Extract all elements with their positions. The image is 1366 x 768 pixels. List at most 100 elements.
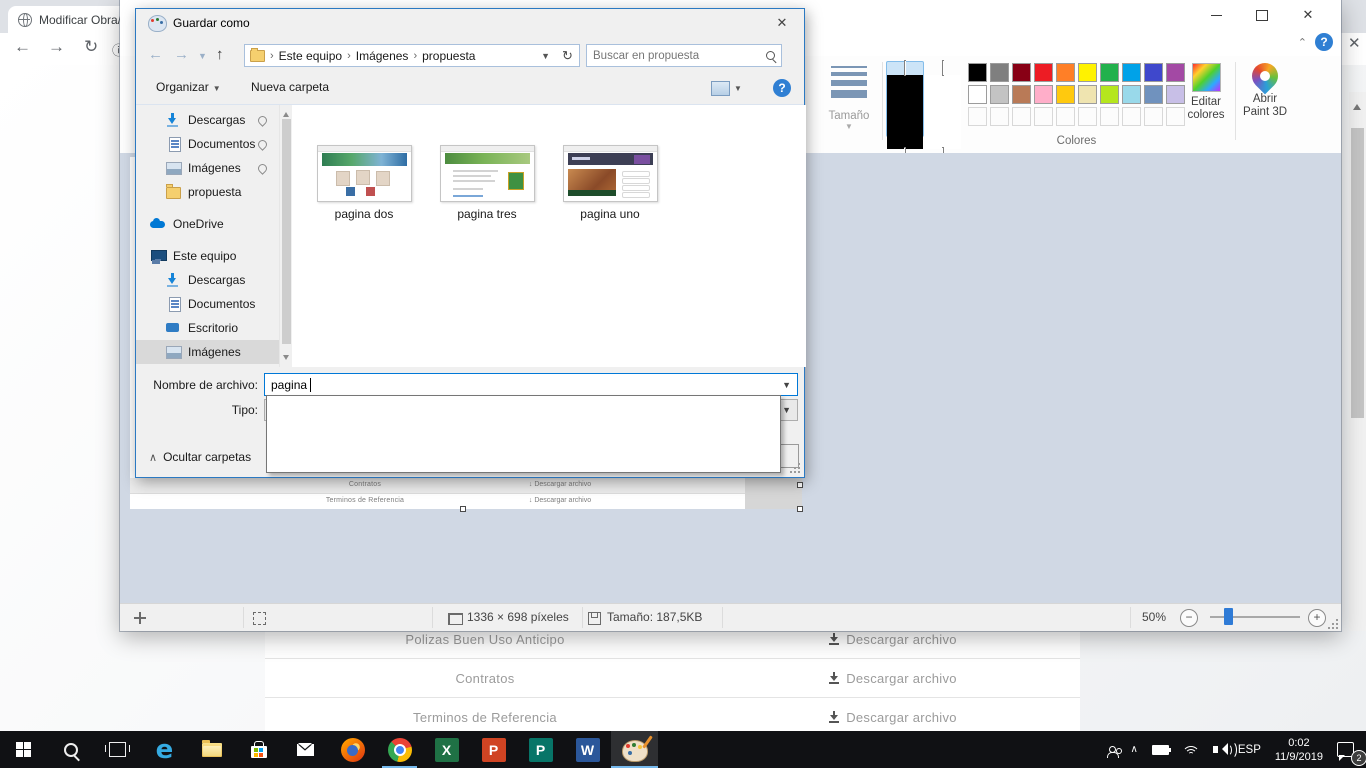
battery-button[interactable]	[1145, 731, 1176, 768]
canvas-resize-handle-bottom[interactable]	[460, 506, 466, 512]
taskbar-file-explorer[interactable]	[188, 731, 235, 768]
palette-swatch-r1c3[interactable]	[1012, 63, 1031, 82]
taskbar-store[interactable]	[235, 731, 282, 768]
palette-swatch-r3c2[interactable]	[990, 107, 1009, 126]
chevron-down-icon[interactable]: ▼	[782, 380, 791, 390]
close-button[interactable]: ✕	[1285, 0, 1331, 30]
paint-help-button[interactable]: ?	[1315, 33, 1333, 51]
download-link[interactable]: Descargar archivo	[705, 710, 1080, 725]
palette-swatch-r3c9[interactable]	[1144, 107, 1163, 126]
palette-swatch-r2c4[interactable]	[1034, 85, 1053, 104]
people-button[interactable]	[1102, 731, 1124, 768]
size-button[interactable]: Tamaño ▼	[820, 60, 878, 148]
nav-item-imagenes-selected[interactable]: Imágenes	[136, 340, 279, 364]
forward-icon[interactable]: →	[174, 46, 189, 63]
palette-swatch-r2c8[interactable]	[1122, 85, 1141, 104]
nav-item-escritorio[interactable]: Escritorio	[136, 316, 279, 340]
palette-swatch-r2c1[interactable]	[968, 85, 987, 104]
zoom-slider-handle[interactable]	[1224, 608, 1233, 625]
palette-swatch-r1c4[interactable]	[1034, 63, 1053, 82]
palette-swatch-r1c7[interactable]	[1100, 63, 1119, 82]
palette-swatch-r2c2[interactable]	[990, 85, 1009, 104]
palette-swatch-r2c6[interactable]	[1078, 85, 1097, 104]
dialog-resize-grip[interactable]	[790, 463, 800, 473]
nav-scrollbar[interactable]	[279, 105, 292, 367]
palette-swatch-r3c4[interactable]	[1034, 107, 1053, 126]
taskbar-word[interactable]: W	[564, 731, 611, 768]
nav-item-descargas-pinned[interactable]: Descargas	[136, 108, 279, 132]
color1-button[interactable]: Color 1	[886, 61, 924, 137]
zoom-in-button[interactable]: +	[1308, 609, 1326, 627]
chevron-down-icon[interactable]: ▼	[782, 405, 791, 415]
window-resize-grip[interactable]	[1328, 619, 1338, 629]
palette-swatch-r3c8[interactable]	[1122, 107, 1141, 126]
back-icon[interactable]: ←	[148, 46, 163, 63]
network-button[interactable]	[1176, 731, 1206, 768]
new-folder-button[interactable]: Nueva carpeta	[251, 80, 329, 94]
palette-swatch-r3c7[interactable]	[1100, 107, 1119, 126]
clock[interactable]: 0:02 11/9/2019	[1268, 731, 1330, 768]
browser-reload-icon[interactable]: ↻	[84, 37, 98, 57]
open-paint3d-button[interactable]: Abrir Paint 3D	[1239, 60, 1291, 119]
taskbar-search-button[interactable]	[47, 731, 94, 768]
view-mode-icon[interactable]	[711, 81, 730, 96]
palette-swatch-r1c1[interactable]	[968, 63, 987, 82]
palette-swatch-r2c5[interactable]	[1056, 85, 1075, 104]
file-item[interactable]: pagina tres	[435, 145, 539, 221]
start-button[interactable]	[0, 731, 47, 768]
browser-scrollbar[interactable]	[1349, 92, 1366, 631]
show-hidden-icons-button[interactable]: ∧	[1124, 731, 1145, 768]
browser-forward-icon[interactable]: →	[48, 37, 65, 57]
nav-item-este-equipo[interactable]: Este equipo	[136, 244, 279, 268]
palette-swatch-r2c3[interactable]	[1012, 85, 1031, 104]
palette-swatch-r1c6[interactable]	[1078, 63, 1097, 82]
file-item[interactable]: pagina uno	[558, 145, 662, 221]
hide-folders-button[interactable]: ∧Ocultar carpetas	[149, 450, 251, 464]
color2-button[interactable]: Color 2	[924, 61, 962, 137]
organize-button[interactable]: Organizar▼	[156, 80, 221, 94]
dialog-close-button[interactable]: ✕	[760, 9, 804, 37]
recent-locations-icon[interactable]: ▼	[198, 51, 207, 61]
palette-swatch-r3c1[interactable]	[968, 107, 987, 126]
taskbar-excel[interactable]: X	[423, 731, 470, 768]
up-icon[interactable]: ↑	[216, 46, 224, 63]
zoom-out-button[interactable]: −	[1180, 609, 1198, 627]
volume-button[interactable]	[1206, 731, 1231, 768]
minimize-button[interactable]	[1193, 0, 1239, 30]
file-item[interactable]: pagina dos	[312, 145, 416, 221]
refresh-button[interactable]: ↻	[556, 44, 580, 67]
breadcrumb-segment[interactable]: Este equipo	[279, 49, 342, 63]
action-center-button[interactable]: 2	[1330, 731, 1366, 768]
nav-item-propuesta[interactable]: propuesta	[136, 180, 279, 204]
breadcrumb-segment[interactable]: propuesta	[422, 49, 475, 63]
dialog-help-button[interactable]: ?	[773, 79, 791, 97]
scroll-up-icon[interactable]	[1353, 100, 1361, 110]
nav-item-documentos-pinned[interactable]: Documentos	[136, 132, 279, 156]
view-mode-dropdown-icon[interactable]: ▼	[734, 84, 742, 93]
palette-swatch-r2c7[interactable]	[1100, 85, 1119, 104]
breadcrumb[interactable]: › Este equipo › Imágenes › propuesta ▼	[244, 44, 557, 67]
palette-swatch-r1c9[interactable]	[1144, 63, 1163, 82]
breadcrumb-segment[interactable]: Imágenes	[356, 49, 409, 63]
palette-swatch-r3c5[interactable]	[1056, 107, 1075, 126]
taskbar-firefox[interactable]	[329, 731, 376, 768]
taskbar-publisher[interactable]: P	[517, 731, 564, 768]
scroll-down-icon[interactable]	[283, 355, 289, 363]
taskbar-powerpoint[interactable]: P	[470, 731, 517, 768]
palette-swatch-r1c8[interactable]	[1122, 63, 1141, 82]
maximize-button[interactable]	[1239, 0, 1285, 30]
browser-back-icon[interactable]: ←	[14, 37, 31, 57]
scrollbar-thumb[interactable]	[1351, 128, 1364, 418]
edit-colors-button[interactable]: Editar colores	[1180, 60, 1232, 122]
canvas-resize-handle-right[interactable]	[797, 482, 803, 488]
task-view-button[interactable]	[94, 731, 141, 768]
search-box[interactable]: Buscar en propuesta	[586, 44, 782, 67]
nav-item-descargas[interactable]: Descargas	[136, 268, 279, 292]
browser-close-icon[interactable]: ✕	[1348, 34, 1361, 52]
browser-tab[interactable]: Modificar Obra/	[8, 6, 136, 33]
taskbar-mail[interactable]	[282, 731, 329, 768]
taskbar-paint-active[interactable]	[611, 731, 658, 768]
palette-swatch-r2c9[interactable]	[1144, 85, 1163, 104]
scrollbar-thumb[interactable]	[282, 119, 291, 344]
download-link[interactable]: Descargar archivo	[705, 671, 1080, 686]
